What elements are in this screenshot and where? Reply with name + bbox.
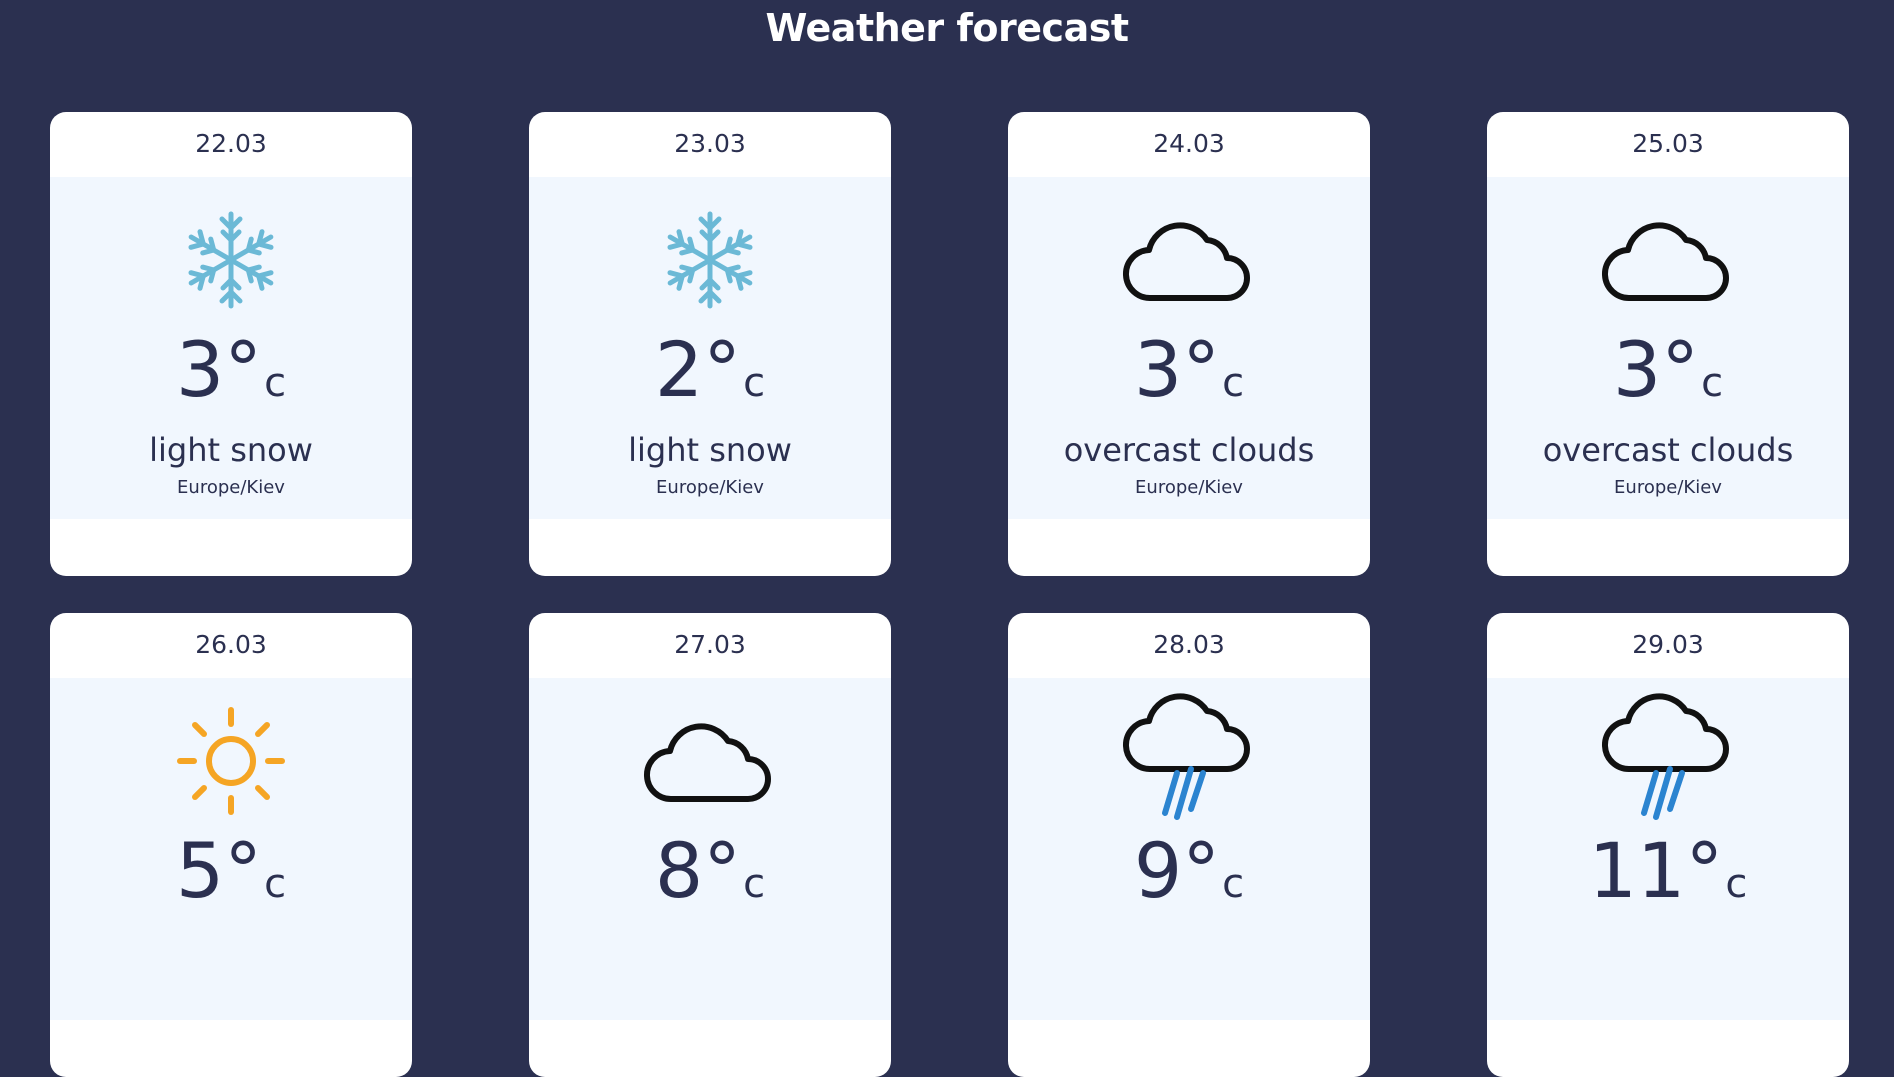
temperature: 8°c (529, 833, 891, 909)
weather-description: overcast clouds (1063, 431, 1315, 469)
card-body: 5°c (50, 678, 412, 1020)
rain-cloud-icon (1008, 693, 1370, 820)
forecast-card: 22.03 3°c light snow Europe/Kiev (50, 112, 412, 576)
forecast-card: 25.03 3°c overcast clouds Europe/Kiev (1487, 112, 1849, 576)
forecast-card: 29.03 11°c (1487, 613, 1849, 1077)
card-body: 11°c (1487, 678, 1849, 1020)
forecast-card: 24.03 3°c overcast clouds Europe/Kiev (1008, 112, 1370, 576)
cloud-icon (529, 706, 891, 816)
temperature-value: 11° (1588, 826, 1724, 915)
temperature-unit: c (743, 861, 766, 907)
temperature: 5°c (50, 833, 412, 909)
card-date: 28.03 (1153, 630, 1225, 659)
temperature-value: 5° (175, 826, 263, 915)
sun-icon (50, 706, 412, 816)
page-title: Weather forecast (765, 6, 1129, 50)
temperature-value: 3° (175, 325, 263, 414)
forecast-card: 28.03 9°c (1008, 613, 1370, 1077)
timezone-label: Europe/Kiev (1135, 477, 1243, 498)
card-body: 3°c overcast clouds Europe/Kiev (1008, 177, 1370, 519)
card-date: 23.03 (674, 129, 746, 158)
weather-description: overcast clouds (1542, 431, 1794, 469)
card-date: 24.03 (1153, 129, 1225, 158)
temperature: 3°c (1008, 332, 1370, 408)
card-body: 2°c light snow Europe/Kiev (529, 177, 891, 519)
temperature: 9°c (1008, 833, 1370, 909)
card-date: 25.03 (1632, 129, 1704, 158)
cloud-icon (1008, 205, 1370, 315)
temperature-unit: c (1725, 861, 1748, 907)
temperature: 3°c (50, 332, 412, 408)
timezone-label: Europe/Kiev (177, 477, 285, 498)
forecast-grid: 22.03 3°c light snow Europe/Kiev 23.03 2… (50, 112, 1849, 1077)
temperature-unit: c (264, 360, 287, 406)
forecast-card: 23.03 2°c light snow Europe/Kiev (529, 112, 891, 576)
weather-description: light snow (149, 431, 313, 469)
temperature-value: 9° (1133, 826, 1221, 915)
forecast-card: 27.03 8°c (529, 613, 891, 1077)
temperature-value: 8° (654, 826, 742, 915)
temperature-value: 3° (1612, 325, 1700, 414)
temperature-unit: c (1222, 360, 1245, 406)
cloud-icon (1487, 205, 1849, 315)
temperature-unit: c (1222, 861, 1245, 907)
temperature: 2°c (529, 332, 891, 408)
timezone-label: Europe/Kiev (656, 477, 764, 498)
card-date: 22.03 (195, 129, 267, 158)
snowflake-icon (50, 205, 412, 315)
temperature-unit: c (264, 861, 287, 907)
temperature-unit: c (743, 360, 766, 406)
rain-cloud-icon (1487, 693, 1849, 820)
timezone-label: Europe/Kiev (1614, 477, 1722, 498)
card-body: 9°c (1008, 678, 1370, 1020)
card-body: 3°c light snow Europe/Kiev (50, 177, 412, 519)
card-body: 8°c (529, 678, 891, 1020)
card-date: 26.03 (195, 630, 267, 659)
card-date: 29.03 (1632, 630, 1704, 659)
temperature-unit: c (1701, 360, 1724, 406)
temperature: 3°c (1487, 332, 1849, 408)
temperature: 11°c (1487, 833, 1849, 909)
snowflake-icon (529, 205, 891, 315)
temperature-value: 2° (654, 325, 742, 414)
temperature-value: 3° (1133, 325, 1221, 414)
weather-description: light snow (628, 431, 792, 469)
card-date: 27.03 (674, 630, 746, 659)
forecast-card: 26.03 5°c (50, 613, 412, 1077)
card-body: 3°c overcast clouds Europe/Kiev (1487, 177, 1849, 519)
